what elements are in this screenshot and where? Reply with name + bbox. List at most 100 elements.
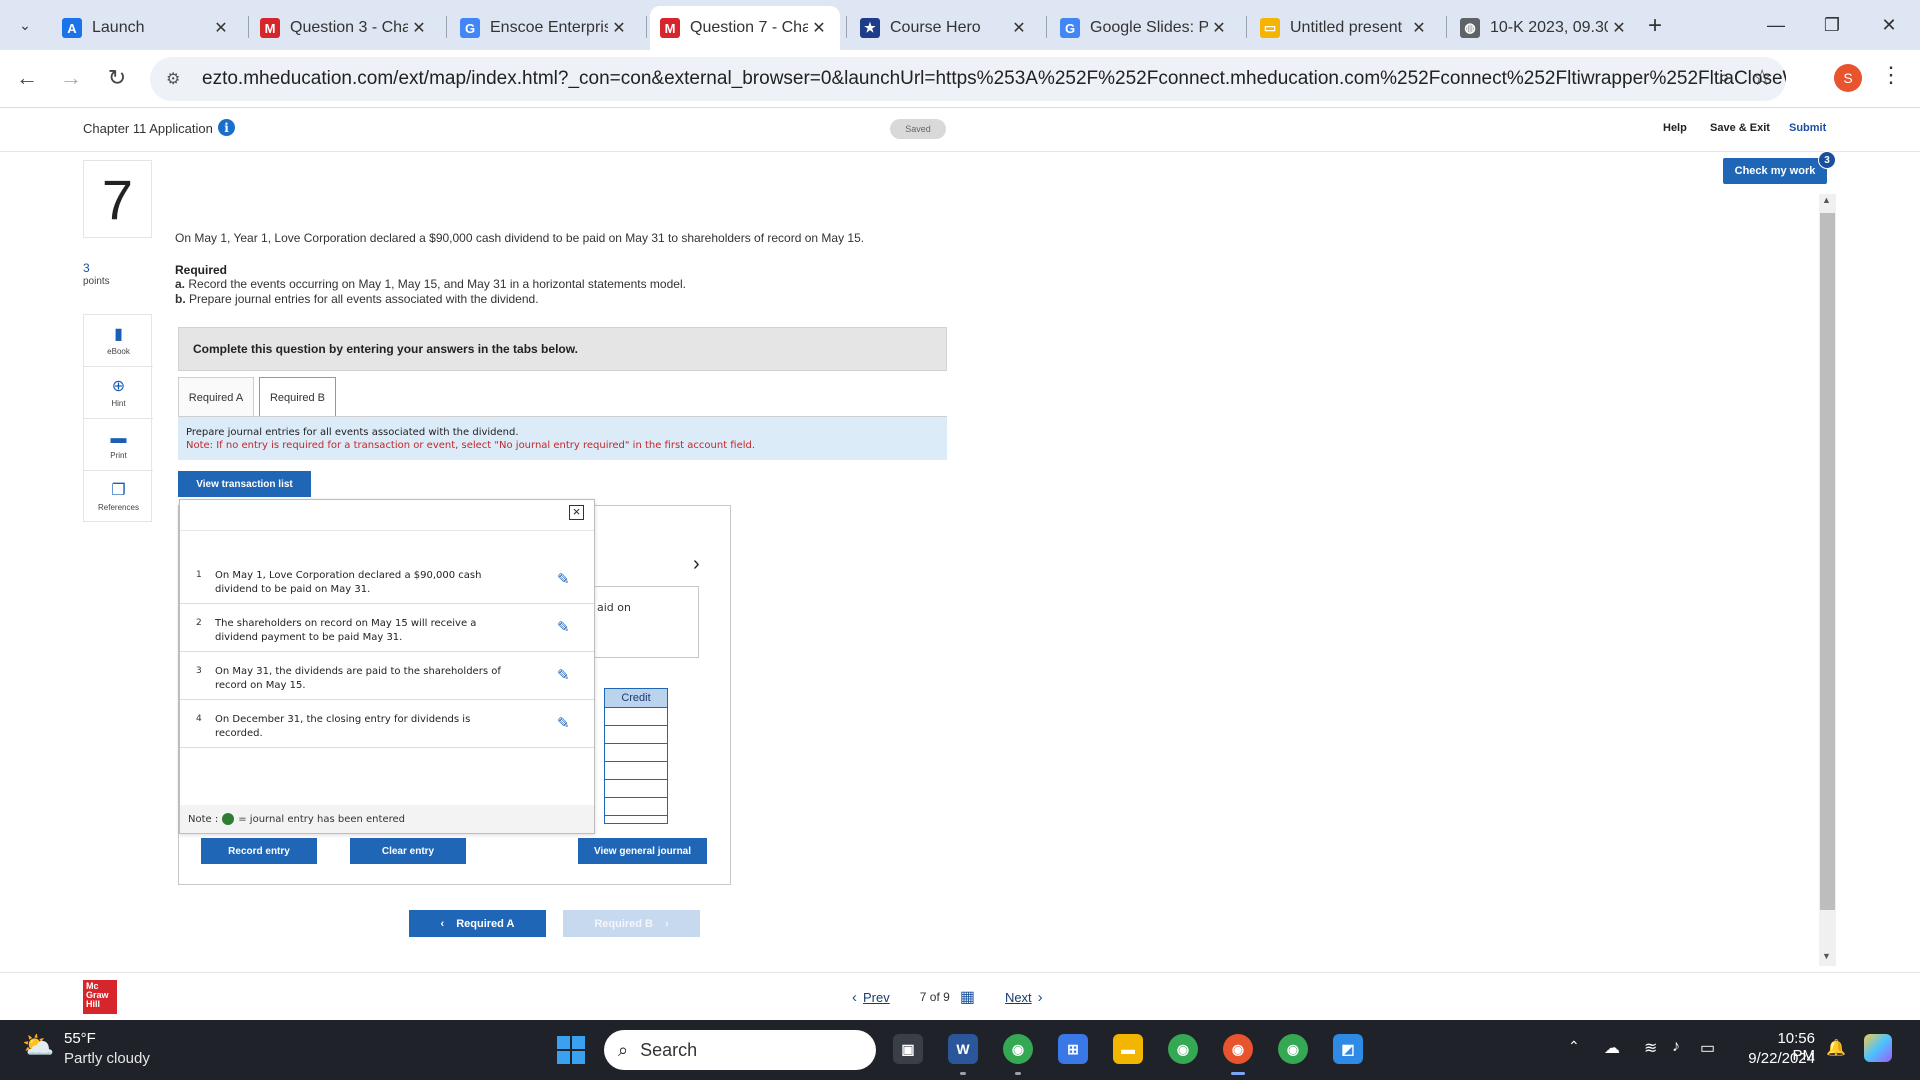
weather-partly-cloudy-icon[interactable]: ⛅	[22, 1030, 54, 1061]
scroll-up-icon[interactable]: ▲	[1822, 195, 1831, 205]
references-button[interactable]: ❐ References	[84, 471, 153, 523]
tab-search-chevron-icon[interactable]: ⌄	[10, 10, 40, 40]
volume-icon[interactable]: ♪	[1672, 1038, 1680, 1056]
ebook-button[interactable]: ▮ eBook	[84, 315, 153, 367]
chrome-profile-s-icon[interactable]: ◉	[1223, 1034, 1253, 1064]
browser-tab[interactable]: M Question 7 - Cha ✕	[650, 6, 840, 50]
windows-start-icon[interactable]	[557, 1036, 585, 1064]
weather-temperature[interactable]: 55°F	[64, 1030, 96, 1047]
browser-tab[interactable]: A Launch ✕	[52, 6, 242, 50]
required-item-b: b. Prepare journal entries for all event…	[175, 292, 539, 306]
credit-input[interactable]	[604, 708, 668, 726]
url-text[interactable]: ezto.mheducation.com/ext/map/index.html?…	[202, 68, 1786, 90]
submit-link[interactable]: Submit	[1789, 122, 1826, 134]
check-my-work-button[interactable]: Check my work	[1723, 158, 1827, 184]
close-window-button[interactable]: ✕	[1866, 10, 1912, 40]
zoom-icon[interactable]: ⌕	[1719, 67, 1730, 90]
clear-entry-button[interactable]: Clear entry	[350, 838, 466, 864]
tab-close-icon[interactable]: ✕	[1008, 18, 1030, 38]
back-button[interactable]: ←	[9, 60, 45, 96]
ebook-label: eBook	[107, 346, 130, 356]
pencil-icon[interactable]: ✎	[557, 666, 570, 684]
tab-required-a[interactable]: Required A	[178, 377, 254, 417]
chrome-profile-k-icon[interactable]: ◉	[1278, 1034, 1308, 1064]
tab-close-icon[interactable]: ✕	[1208, 18, 1230, 38]
chrome-profile-c-icon[interactable]: ◉	[1168, 1034, 1198, 1064]
grid-icon[interactable]: ▦	[960, 987, 975, 1007]
taskbar-search-box[interactable]: ⌕ Search	[604, 1030, 876, 1070]
browser-tab[interactable]: G Enscoe Enterpris ✕	[450, 6, 640, 50]
chevron-left-icon[interactable]: ‹	[852, 989, 857, 1006]
prev-question-link[interactable]: Prev	[863, 990, 890, 1005]
profile-avatar[interactable]: S	[1834, 64, 1862, 92]
credit-input[interactable]	[604, 762, 668, 780]
copilot-icon[interactable]	[1864, 1034, 1892, 1062]
browser-tab[interactable]: M Question 3 - Cha ✕	[250, 6, 440, 50]
pencil-icon[interactable]: ✎	[557, 714, 570, 732]
next-transaction-chevron-icon[interactable]: ›	[693, 553, 700, 576]
bookmark-star-icon[interactable]: ☆	[1752, 65, 1772, 91]
chrome-icon[interactable]: ◉	[1003, 1034, 1033, 1064]
pencil-icon[interactable]: ✎	[557, 570, 570, 588]
task-view-icon[interactable]: ▣	[893, 1034, 923, 1064]
browser-tab[interactable]: ▭ Untitled present ✕	[1250, 6, 1440, 50]
prev-required-button[interactable]: ‹ Required A	[409, 910, 546, 937]
save-exit-link[interactable]: Save & Exit	[1710, 122, 1770, 134]
tray-overflow-chevron-icon[interactable]: ⌃	[1568, 1038, 1580, 1055]
next-question-link[interactable]: Next	[1005, 990, 1032, 1005]
scroll-down-icon[interactable]: ▼	[1822, 951, 1831, 961]
minimize-window-button[interactable]: —	[1753, 10, 1799, 40]
tab-close-icon[interactable]: ✕	[210, 18, 232, 38]
tab-close-icon[interactable]: ✕	[1408, 18, 1430, 38]
tab-close-icon[interactable]: ✕	[1608, 18, 1630, 38]
transaction-item[interactable]: 2 The shareholders on record on May 15 w…	[180, 604, 594, 652]
browser-tab[interactable]: ★ Course Hero ✕	[850, 6, 1040, 50]
transaction-text: On May 31, the dividends are paid to the…	[215, 666, 501, 691]
close-icon[interactable]: ×	[569, 505, 584, 520]
tab-required-b[interactable]: Required B	[259, 377, 336, 418]
transaction-item[interactable]: 1 On May 1, Love Corporation declared a …	[180, 556, 594, 604]
pencil-icon[interactable]: ✎	[557, 618, 570, 636]
scrollbar-thumb[interactable]	[1820, 213, 1835, 910]
view-transaction-list-button[interactable]: View transaction list	[178, 471, 311, 497]
print-button[interactable]: ▬ Print	[84, 419, 153, 471]
tab-close-icon[interactable]: ✕	[408, 18, 430, 38]
credit-input[interactable]	[604, 726, 668, 744]
weather-description[interactable]: Partly cloudy	[64, 1050, 150, 1067]
record-entry-button[interactable]: Record entry	[201, 838, 317, 864]
transaction-item[interactable]: 3 On May 31, the dividends are paid to t…	[180, 652, 594, 700]
forward-button[interactable]: →	[53, 60, 89, 96]
store-icon[interactable]: ⊞	[1058, 1034, 1088, 1064]
credit-input[interactable]	[604, 816, 668, 824]
info-icon[interactable]: i	[218, 119, 235, 136]
notification-bell-icon[interactable]: 🔔	[1826, 1038, 1846, 1058]
browser-tab[interactable]: G Google Slides: P ✕	[1050, 6, 1240, 50]
credit-input[interactable]	[604, 744, 668, 762]
hint-button[interactable]: ⊕ Hint	[84, 367, 153, 419]
tab-close-icon[interactable]: ✕	[808, 18, 830, 38]
transaction-item[interactable]: 4 On December 31, the closing entry for …	[180, 700, 594, 748]
credit-input[interactable]	[604, 798, 668, 816]
file-explorer-icon[interactable]: ▬	[1113, 1034, 1143, 1064]
browser-tab[interactable]: ◍ 10-K 2023, 09.30 ✕	[1450, 6, 1640, 50]
photos-icon[interactable]: ◩	[1333, 1034, 1363, 1064]
word-icon[interactable]: W	[948, 1034, 978, 1064]
wifi-icon[interactable]: ≋	[1644, 1038, 1657, 1058]
credit-input[interactable]	[604, 780, 668, 798]
onedrive-cloud-icon[interactable]: ☁	[1604, 1038, 1620, 1058]
help-link[interactable]: Help	[1663, 122, 1687, 134]
tab-favicon-icon: ★	[860, 18, 880, 38]
browser-menu-icon[interactable]: ⋮	[1880, 62, 1902, 88]
clock-date[interactable]: 9/22/2024	[1735, 1050, 1815, 1067]
reload-button[interactable]: ↻	[99, 60, 135, 96]
transaction-description-fragment: aid on	[597, 601, 631, 614]
address-bar[interactable]: ⚙ ezto.mheducation.com/ext/map/index.htm…	[150, 57, 1786, 101]
site-info-icon[interactable]: ⚙	[166, 69, 190, 89]
battery-icon[interactable]: ▭	[1700, 1038, 1715, 1058]
restore-window-button[interactable]: ❐	[1809, 10, 1855, 40]
next-required-button[interactable]: Required B ›	[563, 910, 700, 937]
chevron-right-icon[interactable]: ›	[1038, 989, 1043, 1006]
view-general-journal-button[interactable]: View general journal	[578, 838, 707, 864]
tab-close-icon[interactable]: ✕	[608, 18, 630, 38]
new-tab-button[interactable]: +	[1648, 12, 1662, 40]
